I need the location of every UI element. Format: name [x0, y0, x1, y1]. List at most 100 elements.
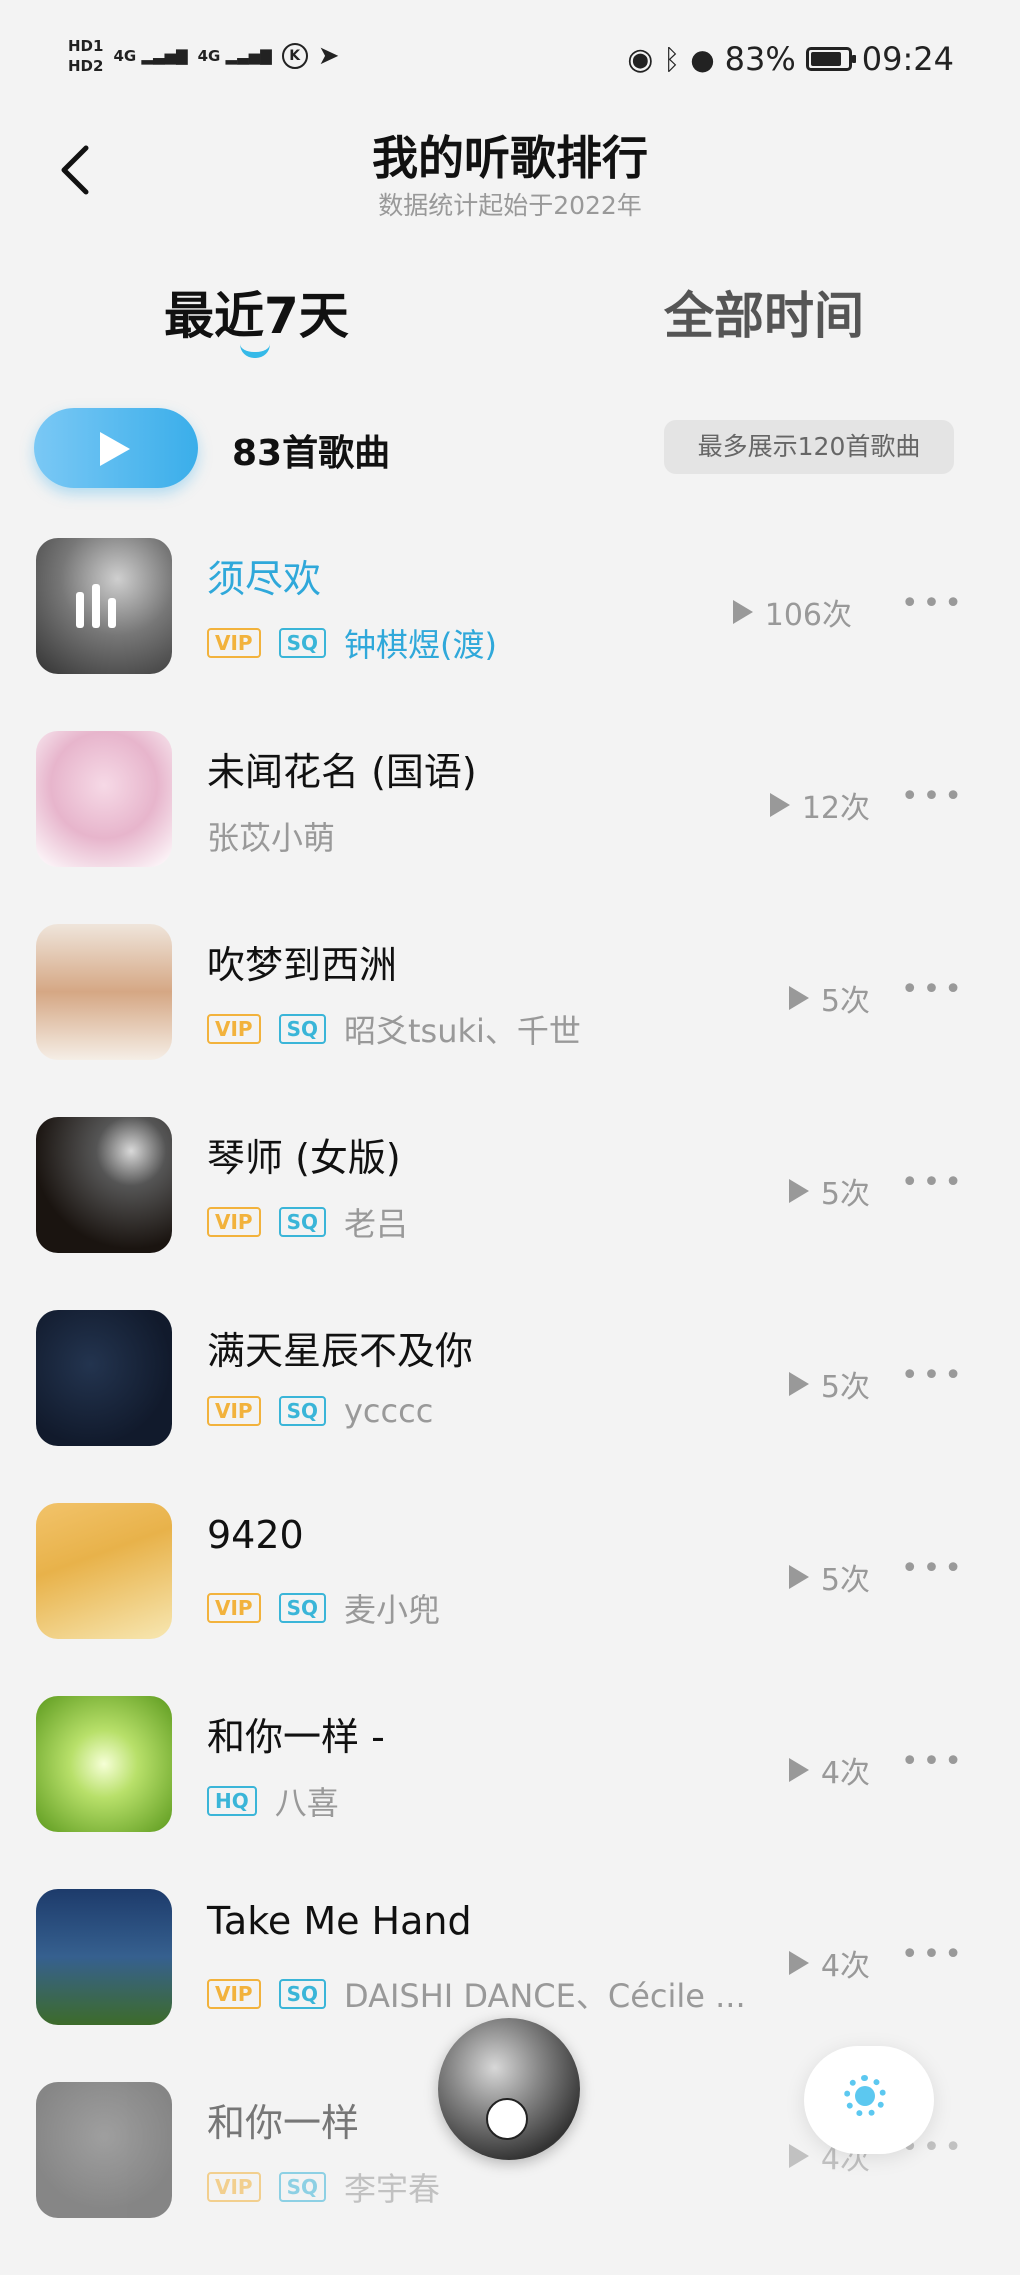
album-cover[interactable]	[36, 1696, 172, 1832]
song-row[interactable]: 9420 VIP SQ 麦小兜 5次 •••	[0, 1503, 1020, 1696]
song-row[interactable]: 吹梦到西洲 VIP SQ 昭爻tsuki、千世 5次 •••	[0, 924, 1020, 1117]
play-count-icon	[788, 1951, 809, 1975]
song-title: 吹梦到西洲	[207, 943, 398, 987]
play-count: 4次	[788, 1941, 870, 1985]
equalizer-bar	[76, 592, 84, 628]
song-title: 9420	[207, 1513, 304, 1557]
k-icon: K	[281, 43, 308, 69]
page-subtitle: 数据统计起始于2022年	[378, 191, 642, 220]
play-count-label: 12次	[801, 791, 870, 826]
artist-name: 麦小兜	[343, 1591, 440, 1629]
vip-badge: VIP	[207, 1593, 261, 1623]
song-title: 须尽欢	[207, 557, 322, 601]
artist-name: 李宇春	[343, 2170, 440, 2208]
artist-name: 钟棋煜(渡)	[343, 626, 497, 664]
tab-active-indicator	[240, 344, 270, 358]
signal1-label: 4G	[113, 47, 137, 65]
more-options-icon[interactable]: •••	[901, 1937, 966, 1972]
sq-badge: SQ	[278, 2172, 326, 2202]
tab-recent-7-days[interactable]: 最近7天	[164, 276, 349, 348]
song-row[interactable]: 琴师 (女版) VIP SQ 老吕 5次 •••	[0, 1117, 1020, 1310]
vip-badge: VIP	[207, 1014, 261, 1044]
album-cover[interactable]	[36, 2082, 172, 2218]
play-count: 106次	[732, 590, 852, 634]
eye-icon: ◉	[627, 41, 654, 77]
equalizer-bar	[92, 584, 100, 628]
artist-name: ycccc	[343, 1392, 434, 1430]
album-cover[interactable]	[36, 1117, 172, 1253]
play-all-button[interactable]	[34, 408, 198, 488]
signal-icon: 4G ▂▃▅▇	[113, 47, 188, 65]
mini-player-disc[interactable]	[438, 2018, 580, 2160]
vip-badge: VIP	[207, 1396, 261, 1426]
locate-playing-button[interactable]	[804, 2046, 934, 2154]
play-count-icon	[788, 2144, 809, 2168]
disc-center-icon	[486, 2098, 528, 2140]
song-row[interactable]: 满天星辰不及你 VIP SQ ycccc 5次 •••	[0, 1310, 1020, 1503]
more-options-icon[interactable]: •••	[901, 1165, 966, 1200]
hq-badge: HQ	[207, 1786, 257, 1816]
album-cover[interactable]	[36, 1889, 172, 2025]
play-count-icon	[788, 1758, 809, 1782]
play-count: 4次	[788, 1748, 870, 1792]
more-options-icon[interactable]: •••	[901, 586, 966, 621]
sq-badge: SQ	[278, 1014, 326, 1044]
play-count: 12次	[769, 783, 870, 827]
album-cover[interactable]	[36, 924, 172, 1060]
play-count-label: 4次	[820, 1949, 870, 1984]
song-row[interactable]: 未闻花名 (国语) 张苡小萌 12次 •••	[0, 731, 1020, 924]
locate-dot-icon	[855, 2086, 875, 2106]
album-cover[interactable]	[36, 538, 172, 674]
tab-all-time[interactable]: 全部时间	[664, 276, 864, 348]
song-meta: HQ 八喜	[207, 1778, 339, 1824]
artist-name: 昭爻tsuki、千世	[343, 1012, 581, 1050]
artist-name: DAISHI DANCE、Cécile ...	[343, 1977, 746, 2015]
vip-badge: VIP	[207, 1979, 261, 2009]
play-count-label: 5次	[820, 1370, 870, 1405]
hd-icon: HD1 HD2	[68, 36, 103, 76]
album-cover[interactable]	[36, 1503, 172, 1639]
play-count: 5次	[788, 976, 870, 1020]
status-bar: HD1 HD2 4G ▂▃▅▇ 4G ▂▃▅▇ K ➤ ◉ ᛒ ● 83% 09…	[0, 0, 1020, 120]
status-left: HD1 HD2 4G ▂▃▅▇ 4G ▂▃▅▇ K ➤	[68, 36, 340, 76]
vip-badge: VIP	[207, 628, 261, 658]
song-row[interactable]: 和你一样 - HQ 八喜 4次 •••	[0, 1696, 1020, 1889]
playing-equalizer-icon	[76, 584, 116, 628]
song-title: 琴师 (女版)	[207, 1136, 401, 1180]
display-limit-badge: 最多展示120首歌曲	[664, 420, 954, 474]
vip-badge: VIP	[207, 1207, 261, 1237]
send-icon: ➤	[317, 41, 340, 71]
song-count: 83首歌曲	[232, 433, 391, 474]
artist-name: 老吕	[343, 1205, 408, 1243]
battery-percent: 83%	[724, 40, 796, 78]
play-count-icon	[788, 1179, 809, 1203]
play-count-label: 5次	[820, 984, 870, 1019]
album-cover[interactable]	[36, 731, 172, 867]
more-options-icon[interactable]: •••	[901, 779, 966, 814]
play-count-icon	[788, 1565, 809, 1589]
play-count-icon	[788, 986, 809, 1010]
song-row[interactable]: 须尽欢 VIP SQ 钟棋煜(渡) 106次 •••	[0, 538, 1020, 731]
song-meta: VIP SQ ycccc	[207, 1392, 433, 1430]
play-count-icon	[788, 1372, 809, 1396]
location-icon: ●	[690, 42, 715, 76]
bluetooth-icon: ᛒ	[663, 42, 681, 76]
play-count-icon	[769, 793, 790, 817]
sq-badge: SQ	[278, 1979, 326, 2009]
more-options-icon[interactable]: •••	[901, 1358, 966, 1393]
album-cover[interactable]	[36, 1310, 172, 1446]
signal2-label: 4G	[197, 47, 221, 65]
more-options-icon[interactable]: •••	[901, 1744, 966, 1779]
play-count-label: 5次	[820, 1563, 870, 1598]
play-count: 5次	[788, 1169, 870, 1213]
song-meta: VIP SQ 钟棋煜(渡)	[207, 620, 497, 666]
sq-badge: SQ	[278, 628, 326, 658]
play-count-label: 5次	[820, 1177, 870, 1212]
play-count-label: 106次	[764, 598, 852, 633]
artist-name: 张苡小萌	[207, 819, 336, 857]
equalizer-bar	[108, 598, 116, 628]
more-options-icon[interactable]: •••	[901, 1551, 966, 1586]
song-title: Take Me Hand	[207, 1899, 472, 1943]
song-meta: VIP SQ DAISHI DANCE、Cécile ...	[207, 1971, 746, 2017]
more-options-icon[interactable]: •••	[901, 972, 966, 1007]
